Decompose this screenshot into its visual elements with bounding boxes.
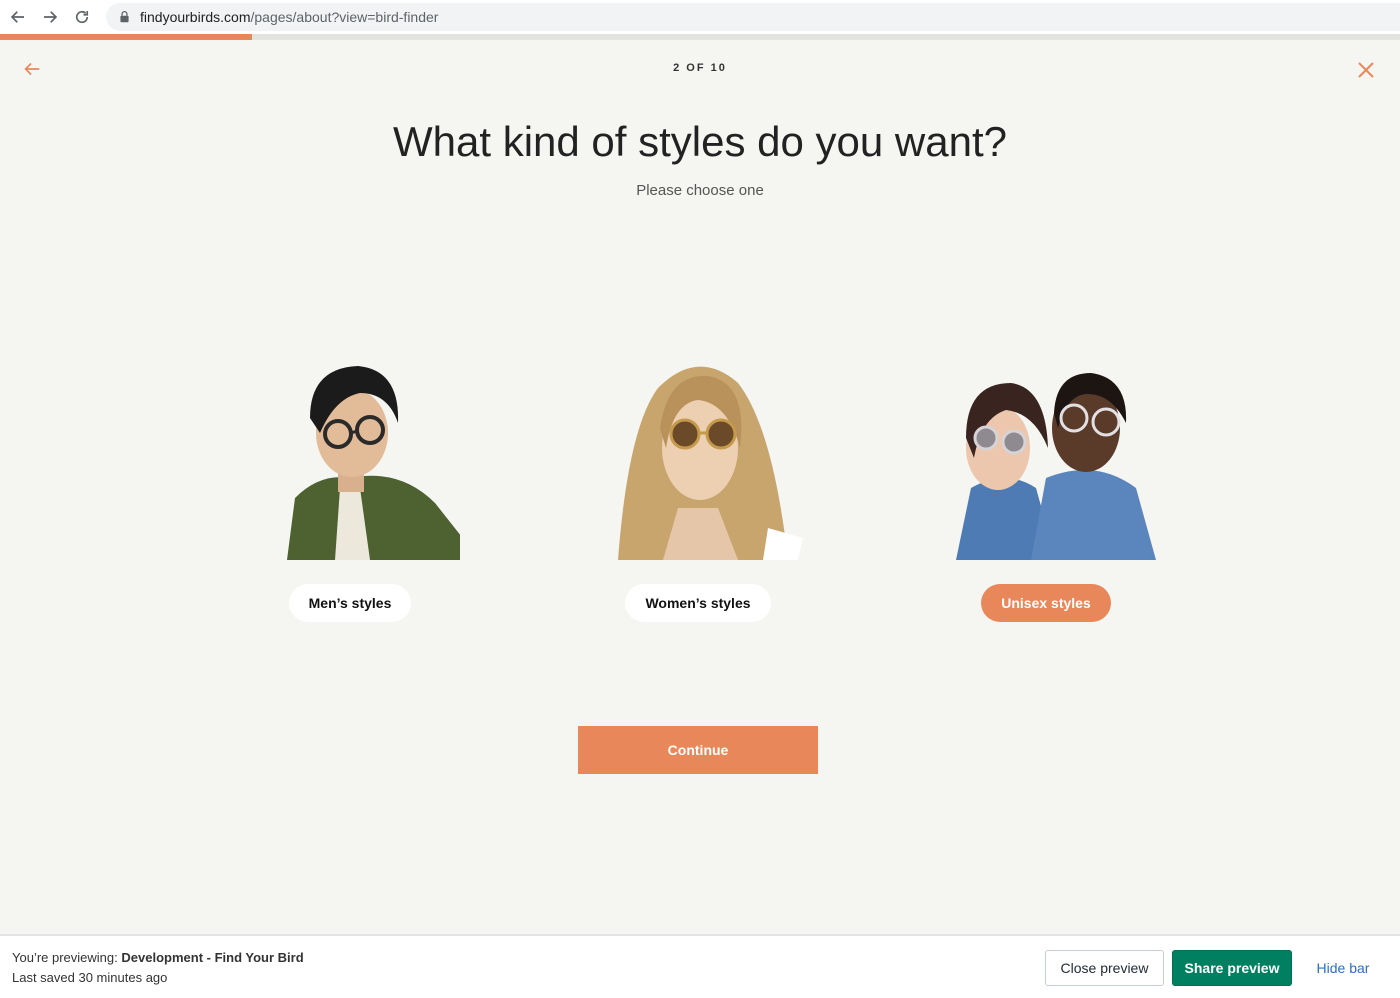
hide-bar-button[interactable]: Hide bar — [1306, 950, 1380, 986]
womens-photo[interactable] — [588, 338, 808, 560]
continue-button[interactable]: Continue — [578, 726, 818, 774]
browser-back-button[interactable] — [2, 1, 34, 33]
arrow-left-icon — [10, 11, 24, 23]
option-mens[interactable]: Men’s styles — [220, 338, 480, 622]
url-path: /pages/about?view=bird-finder — [250, 9, 439, 25]
question-title: What kind of styles do you want? — [393, 118, 1007, 165]
url-host: findyourbirds.com — [140, 9, 251, 25]
lock-icon — [118, 10, 132, 24]
browser-toolbar: findyourbirds.com/pages/about?view=bird-… — [0, 0, 1400, 34]
womens-styles-button[interactable]: Women’s styles — [625, 584, 771, 622]
question-subtitle: Please choose one — [636, 182, 764, 199]
option-unisex[interactable]: Unisex styles — [916, 338, 1176, 622]
address-bar[interactable]: findyourbirds.com/pages/about?view=bird-… — [106, 3, 1400, 31]
browser-reload-button[interactable] — [66, 1, 98, 33]
close-icon — [1358, 62, 1374, 78]
quiz-close-button[interactable] — [1354, 58, 1378, 82]
theme-preview-bar: You’re previewing: Development - Find Yo… — [0, 934, 1400, 998]
reload-icon — [75, 10, 89, 24]
quiz-progress-bar — [0, 34, 1400, 40]
theme-name: Development - Find Your Bird — [121, 950, 304, 965]
share-preview-button[interactable]: Share preview — [1172, 950, 1292, 986]
previewing-prefix: You’re previewing: — [12, 950, 118, 965]
last-saved: Last saved 30 minutes ago — [12, 970, 168, 985]
preview-info: You’re previewing: Development - Find Yo… — [12, 948, 304, 988]
browser-forward-button[interactable] — [34, 1, 66, 33]
arrow-right-icon — [44, 11, 58, 23]
unisex-photo[interactable] — [936, 338, 1156, 560]
mens-photo[interactable] — [240, 338, 460, 560]
option-womens[interactable]: Women’s styles — [568, 338, 828, 622]
mens-styles-button[interactable]: Men’s styles — [288, 584, 412, 622]
unisex-styles-button[interactable]: Unisex styles — [981, 584, 1111, 622]
quiz-progress-fill — [0, 34, 252, 40]
close-preview-button[interactable]: Close preview — [1045, 950, 1164, 986]
step-indicator: 2 OF 10 — [673, 62, 727, 74]
